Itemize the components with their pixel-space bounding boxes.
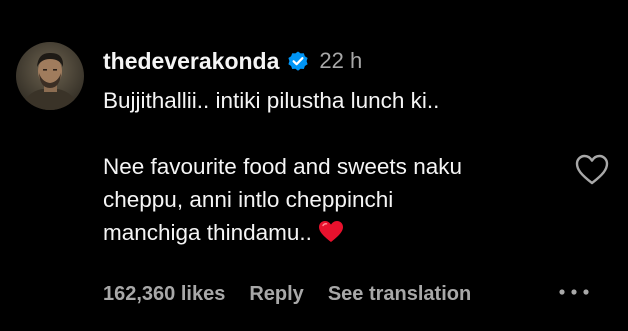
comment-line: manchiga thindamu.. — [103, 220, 312, 245]
see-translation-button[interactable]: See translation — [328, 283, 471, 306]
like-button[interactable] — [574, 153, 610, 187]
comment-footer: 162,360 likes Reply See translation — [103, 279, 471, 309]
username[interactable]: thedeverakonda — [103, 48, 279, 75]
comment-line-with-emoji: manchiga thindamu.. — [103, 216, 573, 249]
comment-header: thedeverakonda 22 h — [103, 44, 362, 78]
comment-line: Bujjithallii.. intiki pilustha lunch ki.… — [103, 88, 440, 113]
reply-button[interactable]: Reply — [249, 283, 303, 306]
comment-text: Bujjithallii.. intiki pilustha lunch ki.… — [103, 84, 573, 249]
comment: thedeverakonda 22 h Bujjithallii.. intik… — [0, 0, 628, 331]
likes-count[interactable]: 162,360 likes — [103, 283, 225, 306]
comment-line-blank — [103, 117, 573, 150]
comment-line: Nee favourite food and sweets naku — [103, 154, 462, 179]
more-options-icon — [559, 289, 589, 295]
heart-outline-icon — [575, 154, 609, 185]
more-options-button[interactable] — [556, 283, 592, 301]
avatar[interactable] — [16, 42, 84, 110]
verified-badge-icon — [286, 49, 310, 73]
comment-line: cheppu, anni intlo cheppinchi — [103, 187, 394, 212]
red-heart-emoji-icon — [318, 220, 344, 244]
comment-timestamp[interactable]: 22 h — [319, 48, 362, 74]
